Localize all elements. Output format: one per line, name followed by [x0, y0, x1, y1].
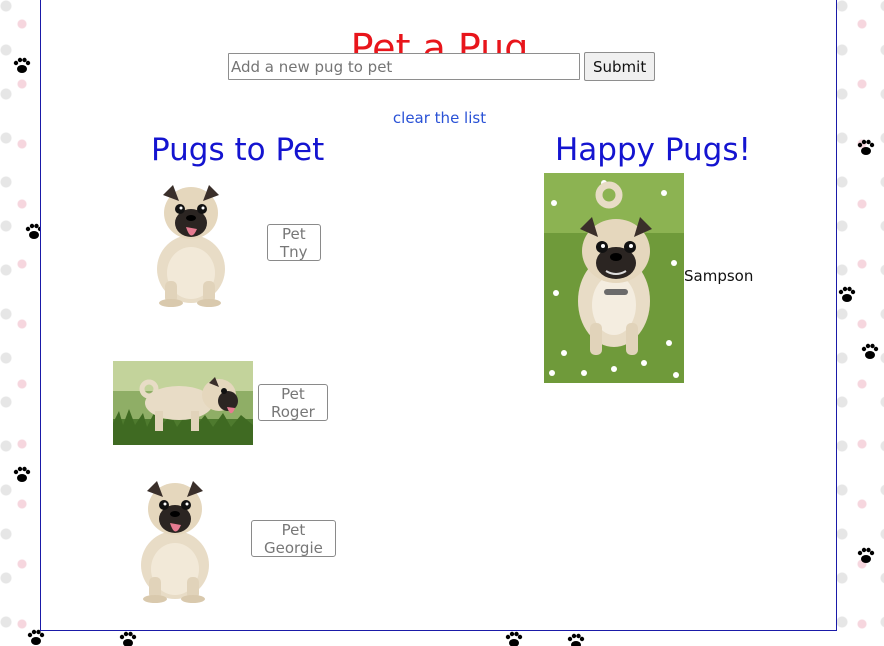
- happy-pugs-heading: Happy Pugs!: [555, 132, 751, 168]
- pugs-to-pet-heading: Pugs to Pet: [151, 132, 325, 168]
- pet-georgie-button[interactable]: Pet Georgie: [251, 520, 336, 557]
- new-pug-input[interactable]: [228, 53, 580, 80]
- paw-print-icon: [12, 56, 32, 76]
- add-pug-form: Submit: [228, 52, 656, 81]
- paw-print-icon: [12, 465, 32, 485]
- paw-print-icon: [504, 630, 524, 646]
- pet-roger-button[interactable]: Pet Roger: [258, 384, 328, 421]
- sitting-pug-icon: [157, 185, 225, 307]
- paw-print-icon: [856, 546, 876, 566]
- standing-pug-grass-icon: [113, 361, 253, 445]
- submit-button[interactable]: Submit: [584, 52, 656, 81]
- main-panel: Pet a Pug Submit clear the list Pugs to …: [40, 0, 837, 631]
- pet-tny-button[interactable]: Pet Tny: [267, 224, 321, 261]
- clear-list-link[interactable]: clear the list: [41, 109, 838, 127]
- paw-print-icon: [856, 138, 876, 158]
- pug-in-flower-field-icon: [544, 173, 684, 383]
- paw-print-icon: [118, 630, 138, 646]
- sitting-pug-icon: [141, 481, 209, 603]
- paw-print-icon: [837, 285, 857, 305]
- paw-print-icon: [860, 342, 880, 362]
- happy-pug-name: Sampson: [684, 267, 754, 285]
- paw-print-icon: [566, 632, 586, 646]
